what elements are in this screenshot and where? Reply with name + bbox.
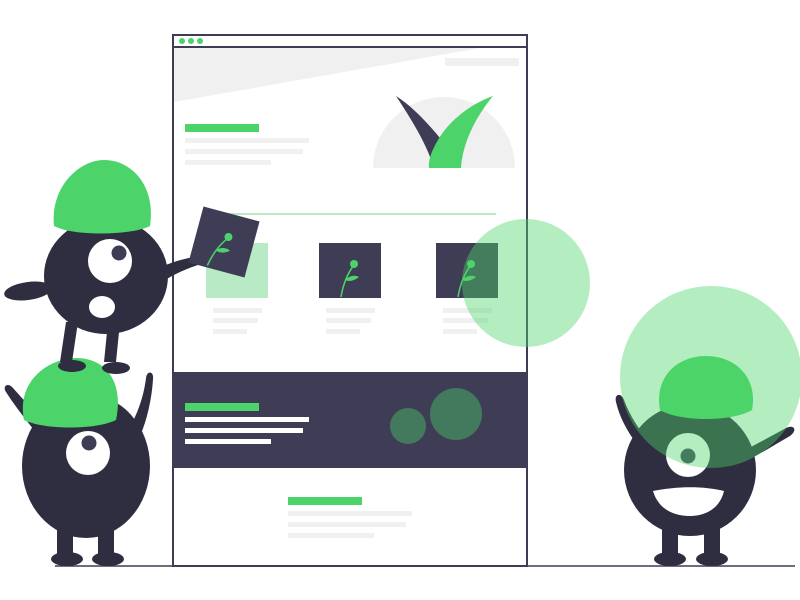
banner-text-line <box>185 417 309 422</box>
monster-foot <box>51 552 83 566</box>
hero-heading-bar <box>185 124 259 132</box>
nav-placeholder <box>445 58 519 66</box>
feature-text-line <box>213 329 247 334</box>
feature-text-line <box>213 318 258 323</box>
monster-foot <box>654 552 686 566</box>
scene-svg <box>4 34 800 567</box>
feature-text-line <box>326 329 360 334</box>
monster-mouth <box>89 296 115 318</box>
floating-circle <box>462 219 590 347</box>
hero-text-line <box>185 149 303 154</box>
monster-hat <box>53 160 151 234</box>
banner-circle-large <box>430 388 482 440</box>
monster-foot <box>696 552 728 566</box>
footer-text-line <box>288 533 374 538</box>
banner-circle-small <box>390 408 426 444</box>
feature-text-line <box>443 329 477 334</box>
monster-eye <box>88 239 132 283</box>
monster-foot <box>58 360 86 372</box>
window-dot-icon <box>197 38 203 44</box>
footer-text-line <box>288 511 412 516</box>
monster-foot <box>102 362 130 374</box>
illustration-scene <box>0 0 800 600</box>
feature-text-line <box>326 318 371 323</box>
feature-text-line <box>213 308 262 313</box>
large-floating-circle <box>620 286 800 468</box>
feature-text-line <box>326 308 375 313</box>
window-dot-icon <box>188 38 194 44</box>
banner-heading-bar <box>185 403 259 411</box>
footer-heading-bar <box>288 497 362 505</box>
monster-foot <box>92 552 124 566</box>
monster-bottom-left <box>4 358 154 566</box>
hero-text-line <box>185 138 309 143</box>
window-dot-icon <box>179 38 185 44</box>
monster-leg <box>60 322 78 362</box>
banner-text-line <box>185 439 271 444</box>
footer-text-line <box>288 522 406 527</box>
monster-pupil <box>111 245 127 261</box>
banner-text-line <box>185 428 303 433</box>
hero-text-line <box>185 160 271 165</box>
monster-pupil <box>81 435 97 451</box>
